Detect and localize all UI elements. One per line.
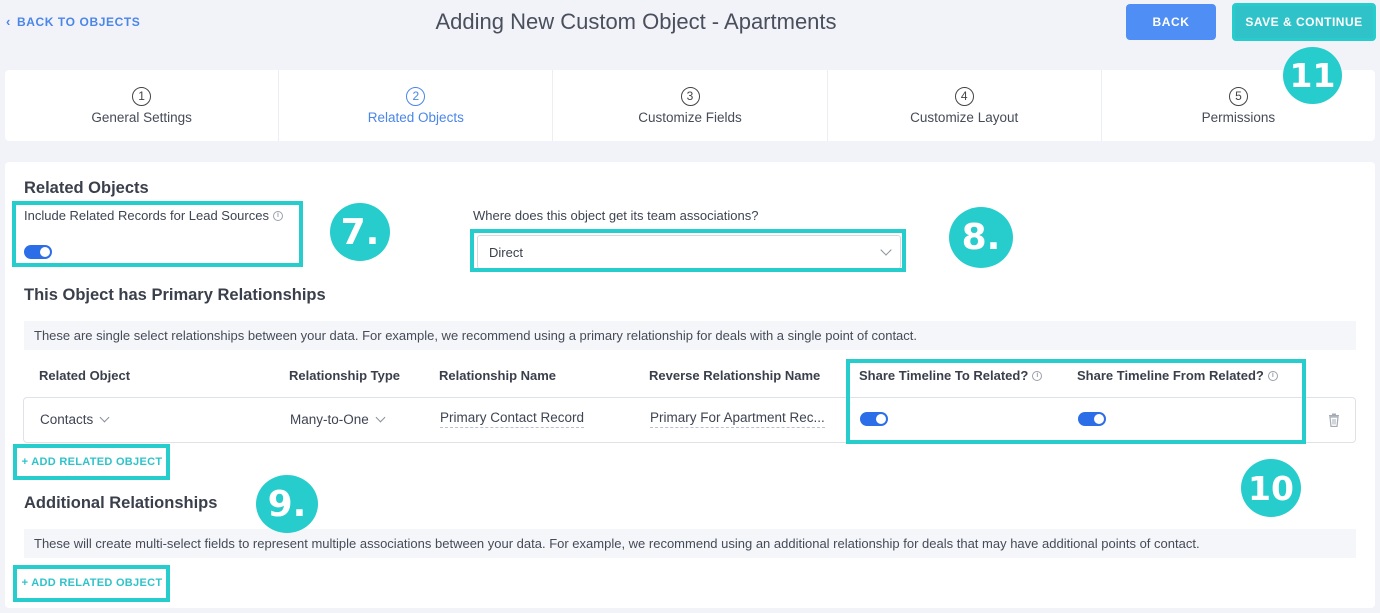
- step-customize-layout[interactable]: 4 Customize Layout: [828, 70, 1102, 141]
- primary-relationships-heading: This Object has Primary Relationships: [24, 286, 326, 304]
- callout-badge-11: 11: [1283, 47, 1342, 104]
- column-relationship-type: Relationship Type: [289, 368, 400, 383]
- column-relationship-name: Relationship Name: [439, 368, 557, 383]
- step-label: Permissions: [1201, 109, 1276, 125]
- step-general-settings[interactable]: 1 General Settings: [5, 70, 280, 141]
- team-association-label: Where does this object get its team asso…: [473, 208, 759, 223]
- callout-badge-10: 10: [1241, 459, 1301, 517]
- relationship-name-value: Primary Contact Record: [440, 410, 585, 428]
- step-customize-fields[interactable]: 3 Customize Fields: [553, 70, 828, 141]
- callout-badge-8: 8.: [949, 207, 1013, 268]
- back-button[interactable]: BACK: [1126, 4, 1216, 40]
- step-number: 5: [1228, 86, 1248, 106]
- step-number: 4: [954, 86, 974, 106]
- column-related-object: Related Object: [39, 368, 131, 383]
- callout-badge-7: 7.: [330, 203, 390, 261]
- relationship-name-field[interactable]: Primary Contact Record: [440, 410, 585, 428]
- chevron-down-icon: [375, 412, 386, 423]
- relationship-type-select[interactable]: Many-to-One: [290, 412, 386, 427]
- step-label: General Settings: [91, 109, 192, 125]
- chevron-down-icon: [99, 412, 110, 423]
- top-bar: ‹ BACK TO OBJECTS Adding New Custom Obje…: [0, 0, 1380, 62]
- highlight-box-share-timeline: [846, 359, 1306, 444]
- trash-icon[interactable]: [1328, 413, 1340, 427]
- step-number: 1: [132, 86, 152, 106]
- primary-relationships-note: These are single select relationships be…: [24, 321, 1356, 350]
- additional-relationships-heading: Additional Relationships: [24, 494, 218, 512]
- callout-badge-9: 9.: [256, 475, 318, 533]
- save-continue-button[interactable]: SAVE & CONTINUE: [1232, 3, 1376, 41]
- related-object-select[interactable]: Contacts: [40, 412, 110, 427]
- reverse-relationship-name-field[interactable]: Primary For Apartment Rec...: [650, 410, 825, 428]
- step-related-objects[interactable]: 2 Related Objects: [279, 70, 554, 141]
- page-title: Adding New Custom Object - Apartments: [435, 9, 837, 34]
- step-label: Customize Layout: [910, 109, 1019, 125]
- step-label: Related Objects: [367, 109, 464, 125]
- highlight-box-team-association: [470, 229, 906, 272]
- reverse-relationship-name-value: Primary For Apartment Rec...: [650, 410, 825, 428]
- step-number: 2: [406, 86, 426, 106]
- wizard-steps: 1 General Settings 2 Related Objects 3 C…: [5, 70, 1375, 141]
- step-label: Customize Fields: [638, 109, 742, 125]
- additional-relationships-note: These will create multi-select fields to…: [24, 529, 1356, 558]
- highlight-box-include-related: [12, 201, 303, 267]
- column-reverse-relationship-name: Reverse Relationship Name: [649, 368, 821, 383]
- related-objects-heading: Related Objects: [24, 179, 149, 197]
- relationship-type-value: Many-to-One: [290, 412, 369, 427]
- step-number: 3: [680, 86, 700, 106]
- related-object-value: Contacts: [40, 412, 94, 427]
- highlight-box-add-additional: [13, 565, 170, 602]
- highlight-box-add-primary: [13, 444, 170, 480]
